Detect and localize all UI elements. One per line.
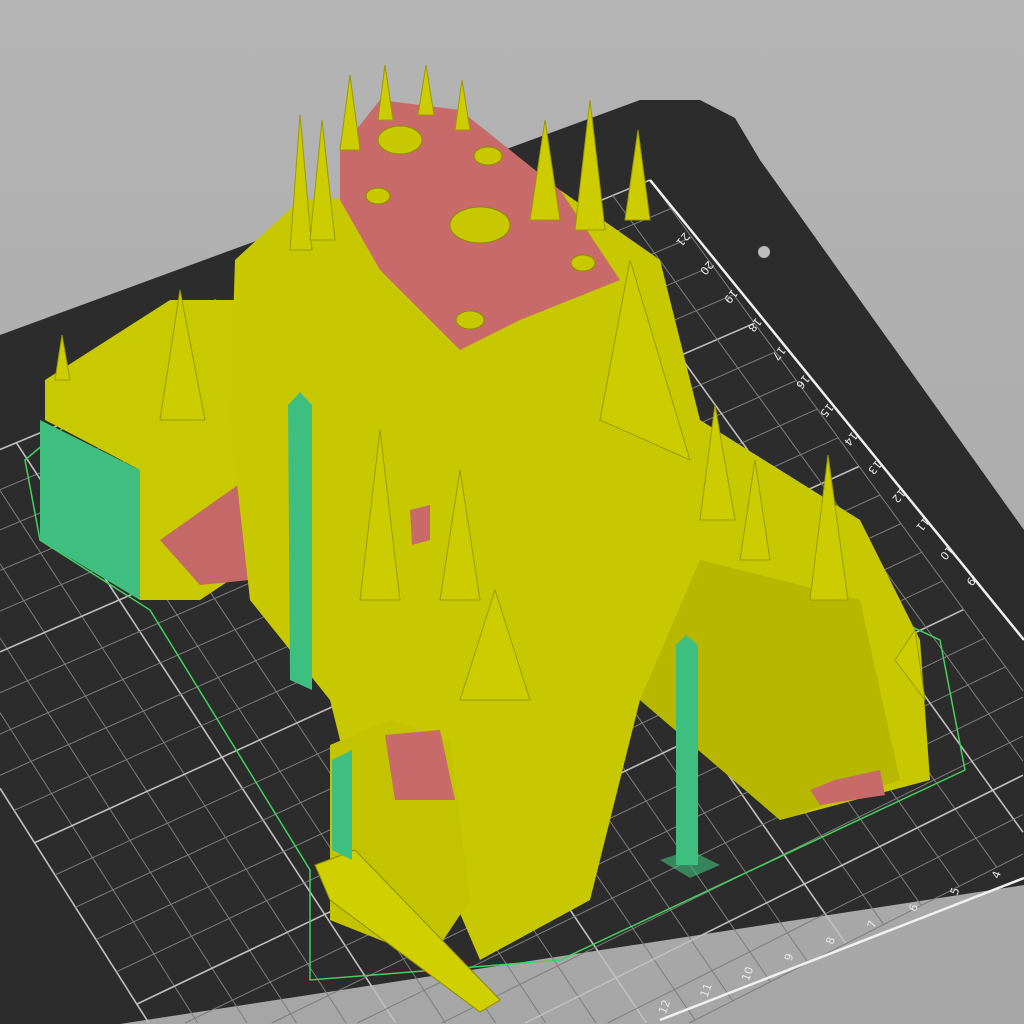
3d-preview-viewport[interactable]: 21 20 19 18 17 16 15 14 13 12 11 10 9 12 11 10 9 8 7 6 5 4 — [0, 0, 1024, 1024]
infill-patch — [410, 505, 430, 545]
bed-ruler-label: 12 — [656, 998, 673, 1016]
bed-ruler-label: 7 — [865, 919, 880, 930]
bed-ruler-label: 8 — [823, 935, 838, 946]
support-pillar-right — [676, 635, 698, 865]
bed-ruler-label: 10 — [739, 965, 756, 983]
bed-ruler-label: 11 — [698, 982, 715, 1000]
bed-ruler-label: 9 — [782, 952, 797, 963]
support-front — [332, 750, 352, 860]
scene[interactable]: 2120191817161514131211109121110987654 — [0, 0, 1024, 1024]
bed-mount-hole — [758, 246, 770, 258]
support-pillar-center — [288, 392, 312, 690]
